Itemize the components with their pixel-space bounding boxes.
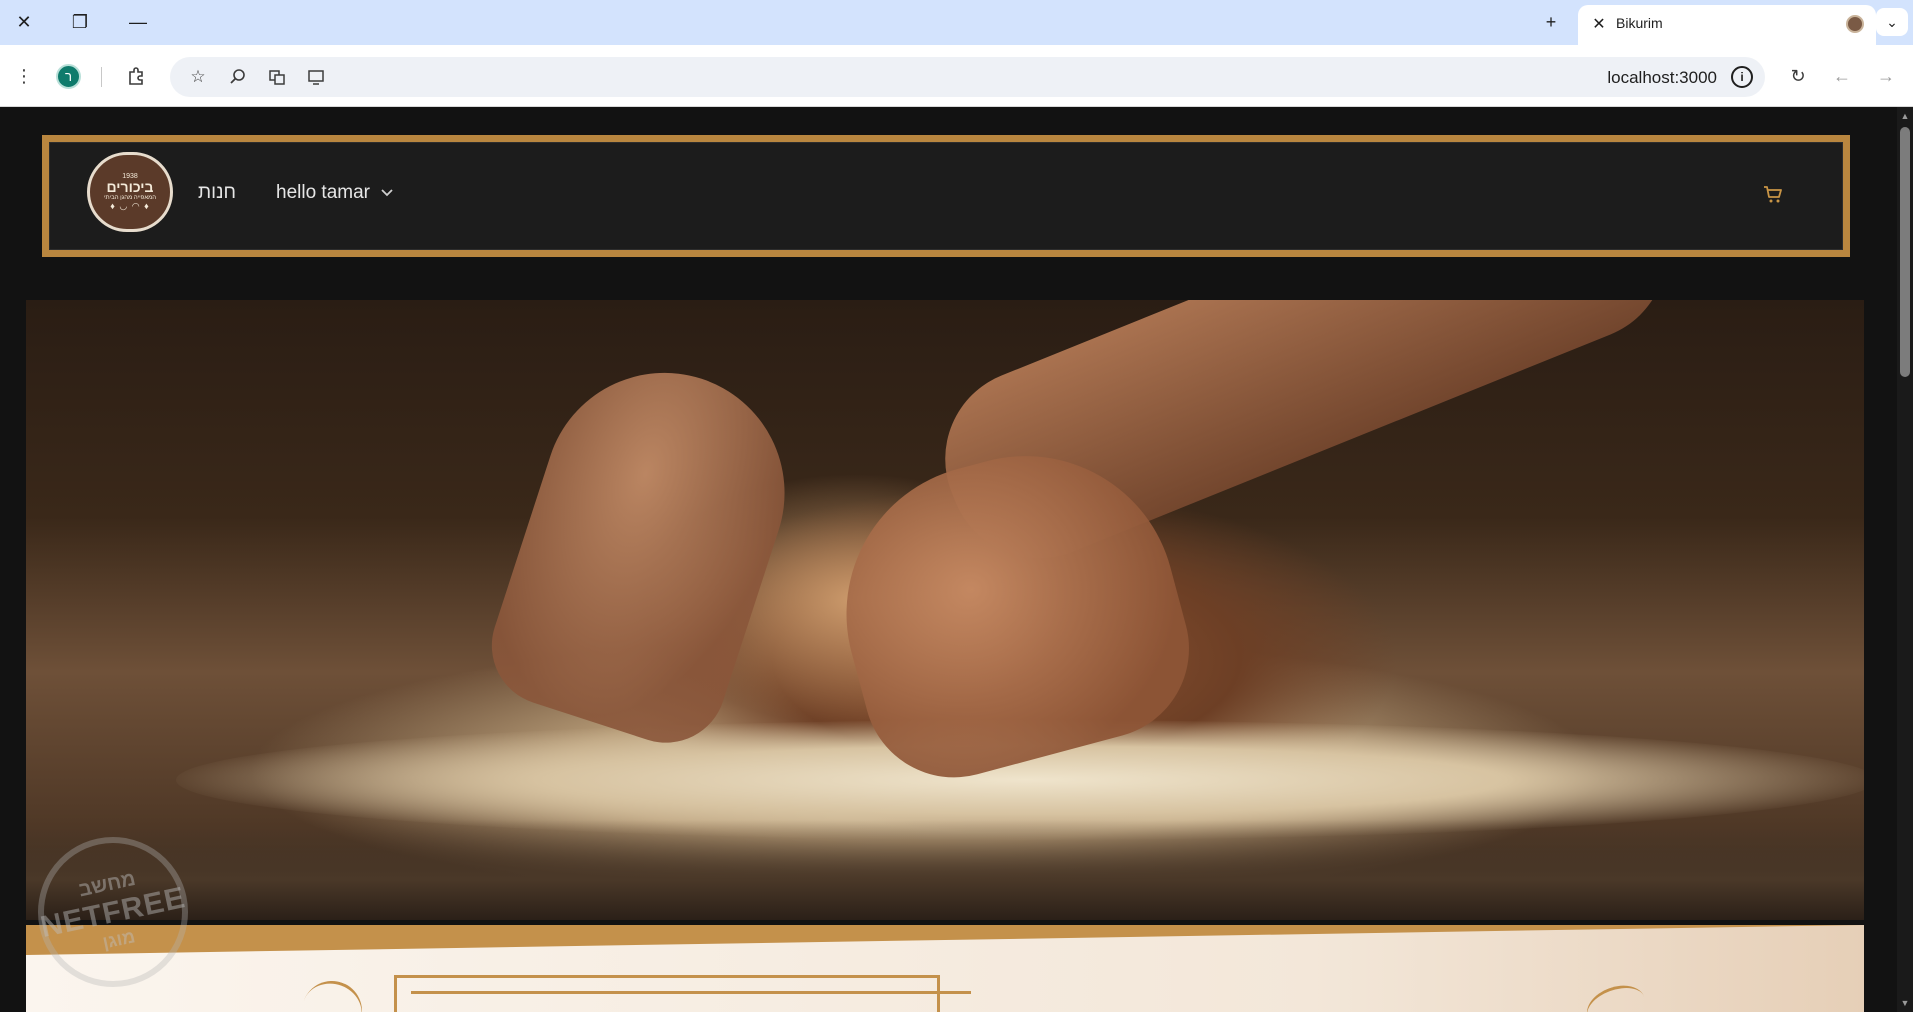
hero-wooden-board (26, 820, 1864, 920)
content-section (26, 925, 1864, 1012)
decorative-curve (293, 972, 371, 1012)
restore-window-icon[interactable]: ❐ (64, 8, 96, 36)
scroll-up-icon[interactable]: ▲ (1899, 110, 1911, 122)
reload-icon[interactable]: ↻ (1782, 60, 1814, 92)
tab-close-icon[interactable]: ✕ (1588, 13, 1610, 35)
install-app-icon[interactable] (302, 63, 330, 91)
logo-ornament: ♦ ◡ ◠ ♦ (110, 200, 150, 211)
user-greeting: hello tamar (276, 182, 370, 203)
bookmark-star-icon[interactable]: ☆ (184, 63, 212, 91)
tab-search-chevron-icon[interactable]: ⌄ (1876, 8, 1908, 36)
hero-left-hand (476, 341, 816, 759)
hero-image-bread-kneading (26, 300, 1864, 920)
page-viewport: 1938 ביכורים המאפייה מהגן הביתי ♦ ◡ ◠ ♦ … (0, 107, 1913, 1012)
site-logo[interactable]: 1938 ביכורים המאפייה מהגן הביתי ♦ ◡ ◠ ♦ (87, 152, 173, 232)
close-window-icon[interactable]: ✕ (8, 8, 40, 36)
scrollbar-thumb[interactable] (1900, 127, 1910, 377)
decorative-frame-line (411, 991, 971, 1012)
url-text: localhost:3000 (1607, 68, 1717, 87)
tab-title: Bikurim (1616, 15, 1663, 31)
user-menu-dropdown[interactable]: hello tamar (276, 182, 394, 204)
page-scrollbar[interactable]: ▲ ▼ (1897, 107, 1913, 1012)
back-icon[interactable]: ← (1826, 60, 1858, 92)
minimize-window-icon[interactable]: — (122, 8, 154, 36)
logo-title: ביכורים (106, 178, 154, 195)
extensions-icon[interactable] (120, 60, 152, 92)
nav-link-store[interactable]: חנות (198, 182, 236, 204)
site-header: 1938 ביכורים המאפייה מהגן הביתי ♦ ◡ ◠ ♦ … (42, 135, 1850, 257)
scroll-down-icon[interactable]: ▼ (1899, 997, 1911, 1009)
forward-icon[interactable]: → (1870, 60, 1902, 92)
tab-bikurim[interactable]: ✕ Bikurim (1578, 5, 1876, 45)
translate-icon[interactable] (263, 63, 291, 91)
site-info-icon[interactable]: i (1731, 66, 1753, 88)
decorative-curve-right (1580, 977, 1652, 1012)
profile-avatar[interactable]: ר (56, 64, 81, 89)
toolbar-divider (101, 67, 102, 87)
address-bar[interactable]: ☆ localhost:3000 i (170, 57, 1765, 97)
menu-icon[interactable]: ⋮ (8, 60, 40, 92)
zoom-icon[interactable] (224, 63, 252, 91)
tab-strip: ✕ ❐ — + ✕ Bikurim ⌄ (0, 0, 1913, 45)
chevron-down-icon (380, 186, 394, 201)
tab-favicon-icon (1846, 15, 1864, 33)
cart-icon[interactable] (1761, 182, 1785, 206)
browser-toolbar: ⋮ ר ☆ localhost:3000 i ↻ ← → (0, 45, 1913, 107)
section-gold-band (26, 925, 1864, 955)
new-tab-icon[interactable]: + (1535, 8, 1567, 36)
